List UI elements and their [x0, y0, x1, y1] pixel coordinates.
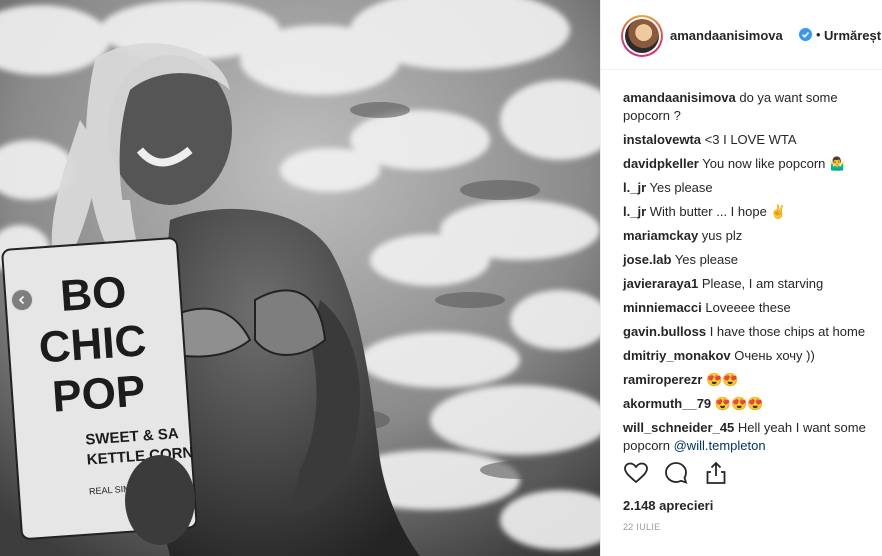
comment: akormuth__79 😍😍😍: [623, 395, 879, 413]
comment: l._jr Yes please: [623, 179, 879, 197]
comment-username[interactable]: gavin.bulloss: [623, 324, 706, 339]
bag-text-2: CHIC: [37, 316, 148, 372]
post-date[interactable]: 22 IULIE: [623, 522, 660, 532]
comment: jose.lab Yes please: [623, 251, 879, 269]
comments-list: amandaanisimova do ya want some popcorn …: [623, 89, 879, 461]
post-actions: [623, 460, 863, 490]
comment-text: 😍😍😍: [714, 396, 764, 411]
comment: davidpkeller You now like popcorn 🤷‍♂️: [623, 155, 879, 173]
comment-username[interactable]: instalovewta: [623, 132, 701, 147]
comment-text: 😍😍: [706, 372, 739, 387]
photo-illustration: BO CHIC POP SWEET & SA KETTLE CORN REAL …: [0, 0, 600, 556]
comment-text: I have those chips at home: [709, 324, 866, 339]
comment: javieraraya1 Please, I am starving: [623, 275, 879, 293]
post-side-panel: amandaanisimova • Urmărești amandaanisim…: [600, 0, 882, 556]
comment-username[interactable]: davidpkeller: [623, 156, 699, 171]
comment-text: Очень хочу )): [734, 348, 815, 363]
comment-username[interactable]: mariamckay: [623, 228, 698, 243]
header-separator: •: [816, 27, 821, 42]
comment: will_schneider_45 Hell yeah I want some …: [623, 419, 879, 455]
comment: ramiroperezr 😍😍: [623, 371, 879, 389]
post-header: amandaanisimova • Urmărești: [601, 0, 882, 70]
comment-text: yus plz: [701, 228, 743, 243]
verified-badge-icon: [799, 28, 812, 41]
comment: mariamckay yus plz: [623, 227, 879, 245]
comment-username[interactable]: jose.lab: [623, 252, 671, 267]
instagram-post: BO CHIC POP SWEET & SA KETTLE CORN REAL …: [0, 0, 882, 556]
comment-text: You now like popcorn 🤷‍♂️: [702, 156, 846, 171]
comment-icon[interactable]: [663, 460, 689, 486]
comment-username[interactable]: minniemacci: [623, 300, 702, 315]
comment-username[interactable]: amandaanisimova: [623, 90, 736, 105]
bag-text-3: POP: [51, 366, 147, 421]
comment-username[interactable]: will_schneider_45: [623, 420, 734, 435]
chevron-left-icon: [18, 295, 25, 305]
carousel-prev-button[interactable]: [11, 289, 33, 311]
likes-count[interactable]: 2.148 aprecieri: [623, 498, 713, 513]
comment: l._jr With butter ... I hope ✌️: [623, 203, 879, 221]
comment: minniemacci Loveeee these: [623, 299, 879, 317]
comment-username[interactable]: ramiroperezr: [623, 372, 702, 387]
comment: dmitriy_monakov Очень хочу )): [623, 347, 879, 365]
comment: instalovewta <3 I LOVE WTA: [623, 131, 879, 149]
comment-text: With butter ... I hope ✌️: [649, 204, 787, 219]
following-button[interactable]: Urmărești: [824, 28, 882, 43]
post-photo[interactable]: BO CHIC POP SWEET & SA KETTLE CORN REAL …: [0, 0, 600, 556]
comment-username[interactable]: l._jr: [623, 180, 646, 195]
share-icon[interactable]: [703, 460, 729, 486]
comment: gavin.bulloss I have those chips at home: [623, 323, 879, 341]
bag-text-1: BO: [59, 267, 128, 320]
comment: amandaanisimova do ya want some popcorn …: [623, 89, 879, 125]
comment-text: Yes please: [674, 252, 738, 267]
comment-text: Loveeee these: [705, 300, 791, 315]
comment-mention[interactable]: @will.templeton: [674, 438, 766, 453]
comment-text: Please, I am starving: [701, 276, 824, 291]
comment-username[interactable]: javieraraya1: [623, 276, 698, 291]
comment-text: <3 I LOVE WTA: [704, 132, 797, 147]
author-username[interactable]: amandaanisimova: [670, 28, 783, 43]
comment-username[interactable]: akormuth__79: [623, 396, 711, 411]
comment-text: Yes please: [649, 180, 713, 195]
avatar[interactable]: [621, 15, 663, 57]
comment-username[interactable]: dmitriy_monakov: [623, 348, 731, 363]
heart-icon[interactable]: [623, 460, 649, 486]
comment-username[interactable]: l._jr: [623, 204, 646, 219]
